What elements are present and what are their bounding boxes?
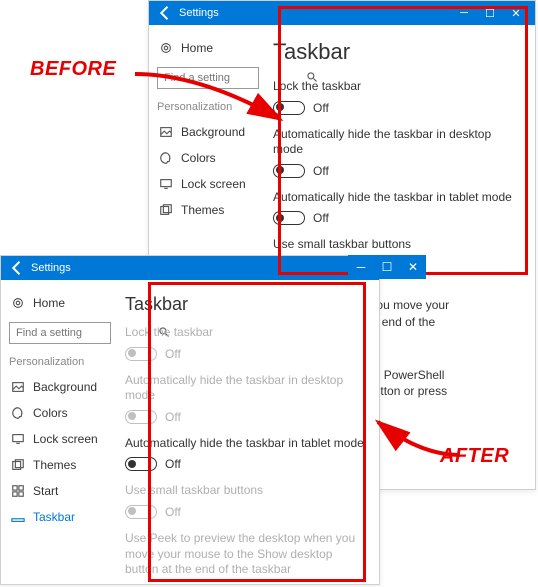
themes-icon — [159, 203, 173, 217]
setting-lock-taskbar: Lock the taskbar Off — [125, 325, 367, 361]
setting-autohide-tablet: Automatically hide the taskbar in tablet… — [125, 436, 367, 472]
setting-label: Use small taskbar buttons — [125, 483, 367, 499]
minimize-button[interactable]: ─ — [348, 255, 374, 279]
setting-label: Automatically hide the taskbar in deskto… — [273, 127, 523, 158]
sidebar-item-label: Start — [33, 484, 58, 498]
toggle-state: Off — [165, 505, 181, 519]
minimize-button[interactable]: ─ — [451, 7, 477, 20]
picture-icon — [11, 380, 25, 394]
setting-label: Automatically hide the taskbar in tablet… — [273, 190, 523, 206]
close-button[interactable]: ✕ — [400, 255, 426, 279]
sidebar-item-label: Themes — [181, 203, 224, 217]
setting-autohide-tablet: Automatically hide the taskbar in tablet… — [273, 190, 523, 226]
maximize-button[interactable]: ☐ — [374, 255, 400, 279]
toggle — [125, 505, 157, 519]
sidebar-item-start[interactable]: Start — [9, 478, 111, 504]
toggle-state: Off — [165, 347, 181, 361]
taskbar-icon — [11, 510, 25, 524]
sidebar-item-colors[interactable]: Colors — [157, 145, 259, 171]
annotation-label-before: BEFORE — [30, 58, 116, 81]
themes-icon — [11, 458, 25, 472]
window-controls-before: ─ ☐ ✕ — [348, 255, 426, 279]
toggle-state: Off — [313, 164, 329, 178]
sidebar-item-home[interactable]: Home — [157, 35, 259, 61]
sidebar-item-colors[interactable]: Colors — [9, 400, 111, 426]
sidebar-item-label: Background — [33, 380, 97, 394]
sidebar-item-themes[interactable]: Themes — [157, 197, 259, 223]
toggle[interactable] — [273, 164, 305, 178]
monitor-icon — [159, 177, 173, 191]
section-label: Personalization — [9, 356, 111, 368]
annotation-label-after: AFTER — [440, 445, 509, 468]
sidebar-item-label: Colors — [181, 151, 216, 165]
window-title: Settings — [175, 7, 451, 19]
annotation-arrow-before — [130, 64, 300, 147]
setting-label: Use Peek to preview the desktop when you… — [125, 531, 367, 578]
search-box[interactable] — [9, 322, 111, 344]
setting-autohide-desktop: Automatically hide the taskbar in deskto… — [125, 373, 367, 424]
sidebar-item-themes[interactable]: Themes — [9, 452, 111, 478]
setting-lock-taskbar: Lock the taskbar Off — [273, 79, 523, 115]
close-button[interactable]: ✕ — [503, 7, 529, 20]
toggle — [125, 410, 157, 424]
toggle-state: Off — [165, 457, 181, 471]
setting-label: Automatically hide the taskbar in tablet… — [125, 436, 367, 452]
setting-label: Lock the taskbar — [125, 325, 367, 341]
toggle[interactable] — [273, 211, 305, 225]
sidebar-item-label: Colors — [33, 406, 68, 420]
setting-label: Lock the taskbar — [273, 79, 523, 95]
main-panel: Taskbar Lock the taskbar Off Automatical… — [119, 280, 379, 584]
sidebar-item-taskbar[interactable]: Taskbar — [9, 504, 111, 530]
sidebar-item-label: Lock screen — [181, 177, 246, 191]
sidebar-item-background[interactable]: Background — [9, 374, 111, 400]
sidebar-item-label: Themes — [33, 458, 76, 472]
sidebar-item-label: Taskbar — [33, 510, 75, 524]
sidebar-item-lockscreen[interactable]: Lock screen — [9, 426, 111, 452]
setting-label: Use small taskbar buttons — [273, 237, 523, 253]
palette-icon — [159, 151, 173, 165]
toggle — [125, 347, 157, 361]
back-button[interactable] — [7, 258, 27, 278]
settings-window-after: Settings Home Personalization Background… — [0, 255, 380, 585]
toggle-state: Off — [313, 211, 329, 225]
toggle-state: Off — [313, 101, 329, 115]
maximize-button[interactable]: ☐ — [477, 7, 503, 20]
start-icon — [11, 484, 25, 498]
sidebar-item-home[interactable]: Home — [9, 290, 111, 316]
titlebar: Settings — [1, 256, 379, 280]
sidebar-item-label: Home — [33, 296, 65, 310]
toggle-state: Off — [165, 410, 181, 424]
setting-label: Automatically hide the taskbar in deskto… — [125, 373, 367, 404]
toggle[interactable] — [125, 457, 157, 471]
sidebar: Home Personalization Background Colors L… — [1, 280, 119, 584]
setting-autohide-desktop: Automatically hide the taskbar in deskto… — [273, 127, 523, 178]
page-title: Taskbar — [273, 39, 523, 65]
titlebar: Settings ─ ☐ ✕ — [149, 1, 535, 25]
page-title: Taskbar — [125, 294, 367, 315]
sidebar-item-label: Home — [181, 41, 213, 55]
back-button[interactable] — [155, 3, 175, 23]
gear-icon — [11, 296, 25, 310]
setting-small-buttons: Use small taskbar buttons Off — [125, 483, 367, 519]
monitor-icon — [11, 432, 25, 446]
gear-icon — [159, 41, 173, 55]
sidebar-item-label: Lock screen — [33, 432, 98, 446]
sidebar-item-lockscreen[interactable]: Lock screen — [157, 171, 259, 197]
window-title: Settings — [27, 262, 373, 274]
palette-icon — [11, 406, 25, 420]
setting-peek: Use Peek to preview the desktop when you… — [125, 531, 367, 584]
